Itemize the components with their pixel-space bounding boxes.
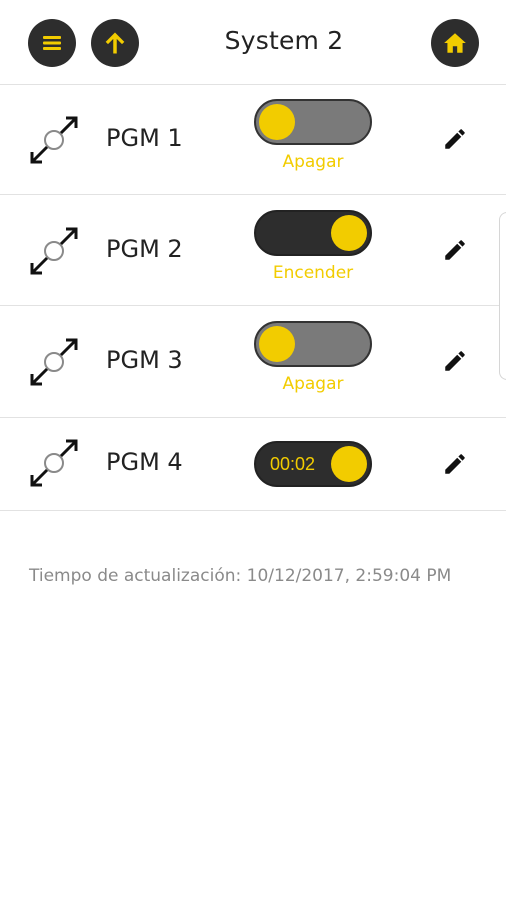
pgm-state-label: Apagar [282,374,344,394]
pgm-label: PGM 4 [106,448,183,476]
pgm-toggle[interactable] [254,210,372,256]
app-header: System 2 [0,0,506,85]
arrow-up-icon [105,32,125,54]
side-panel-handle[interactable] [499,212,506,380]
pgm-timer-countdown: 00:02 [270,454,316,474]
pencil-icon[interactable] [442,451,468,477]
pencil-icon[interactable] [442,237,468,263]
toggle-knob [331,446,367,482]
pgm-row: PGM 3 Apagar [0,306,506,418]
pgm-toggle[interactable] [254,99,372,145]
pencil-icon[interactable] [442,348,468,374]
up-button[interactable] [91,19,139,67]
home-icon [444,33,466,53]
pgm-row: PGM 2 Encender [0,195,506,306]
toggle-knob [331,215,367,251]
pgm-state-label: Encender [272,263,354,283]
pgm-toggle[interactable] [254,321,372,367]
pencil-icon[interactable] [442,126,468,152]
pgm-output-icon [30,116,78,164]
pgm-row: PGM 1 Apagar [0,84,506,195]
toggle-knob [259,326,295,362]
page-title: System 2 [224,26,344,55]
menu-button[interactable] [28,19,76,67]
pgm-state-label: Apagar [282,152,344,172]
pgm-label: PGM 3 [106,346,183,374]
pgm-row: PGM 4 00:02 [0,418,506,511]
pgm-label: PGM 1 [106,124,183,152]
home-button[interactable] [431,19,479,67]
update-time: Tiempo de actualización: 10/12/2017, 2:5… [29,566,452,586]
pgm-output-icon [30,338,78,386]
toggle-knob [259,104,295,140]
pgm-timer-toggle[interactable]: 00:02 [254,441,372,487]
pgm-label: PGM 2 [106,235,183,263]
pgm-output-icon [30,439,78,487]
menu-icon [43,36,61,50]
pgm-output-icon [30,227,78,275]
